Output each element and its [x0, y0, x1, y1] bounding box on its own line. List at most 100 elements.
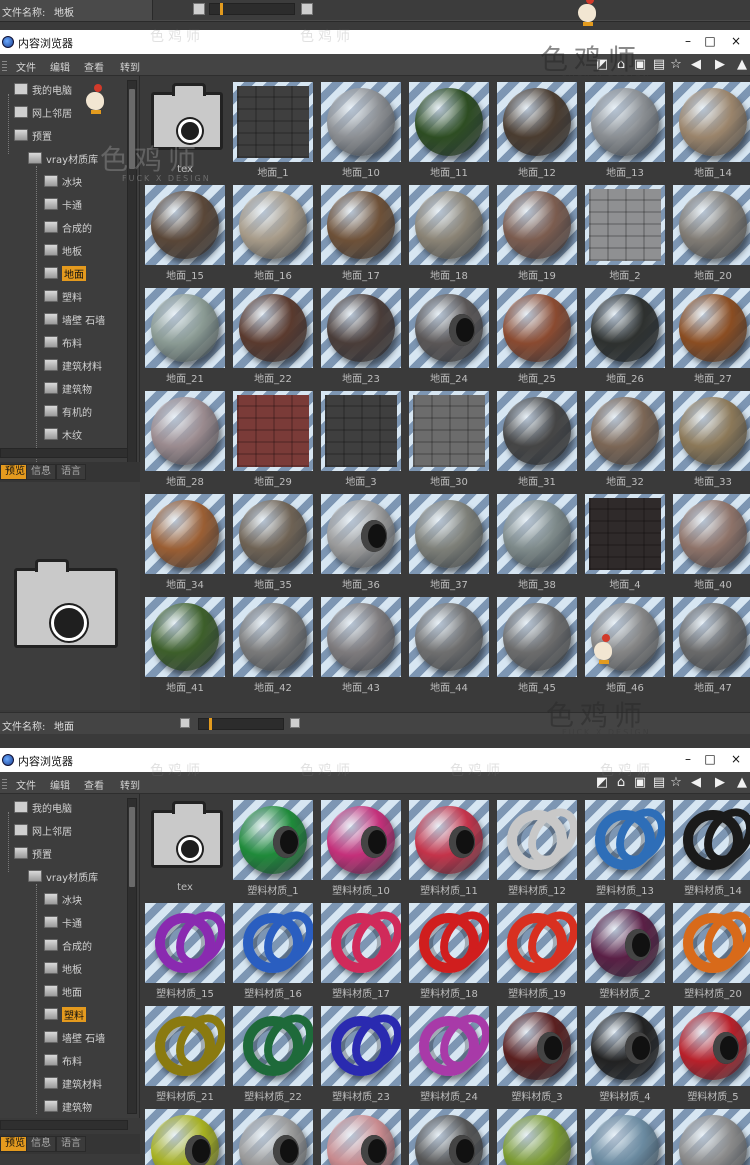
small-thumb-icon[interactable] — [193, 3, 205, 15]
material-thumbnail[interactable] — [673, 82, 750, 162]
tree-item[interactable]: vray材质库 — [28, 149, 98, 167]
material-item[interactable] — [231, 1109, 315, 1165]
material-item[interactable]: 地面_17 — [319, 185, 403, 282]
tree-item[interactable]: 有机的 — [44, 402, 92, 420]
material-item[interactable]: 地面_22 — [231, 288, 315, 385]
material-item[interactable]: 地面_10 — [319, 82, 403, 179]
material-item[interactable]: 地面_4 — [583, 494, 667, 591]
material-item[interactable]: 地面_13 — [583, 82, 667, 179]
tab-language[interactable]: 语言 — [56, 1136, 86, 1152]
tree-item[interactable]: 建筑材料 — [44, 356, 102, 374]
material-thumbnail[interactable] — [585, 391, 665, 471]
tree-item[interactable]: 塑料 — [44, 1005, 86, 1023]
material-item[interactable] — [671, 1109, 750, 1165]
tree-item[interactable]: 我的电脑 — [14, 80, 72, 98]
material-item[interactable]: 塑料材质_19 — [495, 903, 579, 1000]
menu-view[interactable]: 查看 — [84, 777, 104, 792]
material-thumbnail[interactable] — [321, 288, 401, 368]
menu-file[interactable]: 文件 — [16, 777, 36, 792]
material-thumbnail[interactable] — [409, 800, 489, 880]
material-thumbnail[interactable] — [233, 391, 313, 471]
material-item[interactable]: 地面_29 — [231, 391, 315, 488]
material-thumbnail[interactable] — [497, 1006, 577, 1086]
material-thumbnail[interactable] — [673, 185, 750, 265]
tree-item[interactable]: 冰块 — [44, 890, 82, 908]
tree-item[interactable]: 建筑材料 — [44, 1074, 102, 1092]
star-icon[interactable]: ☆ — [668, 57, 684, 72]
material-thumbnail[interactable] — [321, 1006, 401, 1086]
material-thumbnail[interactable] — [497, 597, 577, 677]
material-item[interactable]: 地面_19 — [495, 185, 579, 282]
material-item[interactable] — [583, 1109, 667, 1165]
material-thumbnail[interactable] — [321, 82, 401, 162]
material-thumbnail[interactable] — [145, 597, 225, 677]
material-thumbnail[interactable] — [409, 1109, 489, 1165]
tree-scrollbar[interactable] — [127, 798, 137, 1114]
material-thumbnail[interactable] — [321, 1109, 401, 1165]
zoom-slider-knob[interactable] — [220, 3, 223, 15]
material-thumbnail[interactable] — [673, 494, 750, 574]
tree-horizontal-scrollbar[interactable] — [0, 1120, 128, 1130]
material-item[interactable]: 地面_15 — [143, 185, 227, 282]
material-item[interactable]: 塑料材质_18 — [407, 903, 491, 1000]
tree-item[interactable]: 塑料 — [44, 287, 82, 305]
material-thumbnail[interactable] — [409, 1006, 489, 1086]
material-thumbnail[interactable] — [145, 288, 225, 368]
material-item[interactable]: 塑料材质_10 — [319, 800, 403, 897]
material-item[interactable]: 地面_18 — [407, 185, 491, 282]
material-item[interactable]: 地面_2 — [583, 185, 667, 282]
material-item[interactable] — [495, 1109, 579, 1165]
tree-item[interactable]: vray材质库 — [28, 867, 98, 885]
back-icon[interactable]: ◀ — [688, 57, 704, 72]
tree-item[interactable]: 冰块 — [44, 172, 82, 190]
maximize-button[interactable]: □ — [704, 752, 716, 766]
large-thumb-icon[interactable] — [301, 3, 313, 15]
file-name-value[interactable]: 地板 — [54, 4, 74, 19]
tree-item[interactable]: 建筑物 — [44, 379, 92, 397]
material-thumbnail[interactable] — [585, 494, 665, 574]
material-thumbnail[interactable] — [585, 800, 665, 880]
up-icon[interactable]: ▲ — [734, 57, 750, 72]
material-thumbnail[interactable] — [497, 494, 577, 574]
material-item[interactable]: 地面_47 — [671, 597, 750, 694]
tree-item[interactable]: 卡通 — [44, 913, 82, 931]
zoom-slider[interactable] — [209, 3, 295, 15]
menu-go[interactable]: 转到 — [120, 59, 140, 74]
material-thumbnail[interactable] — [497, 903, 577, 983]
maximize-button[interactable]: □ — [704, 34, 716, 48]
book-icon[interactable]: ▤ — [651, 57, 667, 72]
tree-item[interactable]: 合成的 — [44, 936, 92, 954]
tree-item[interactable]: 预置 — [14, 126, 52, 144]
material-item[interactable] — [319, 1109, 403, 1165]
material-thumbnail[interactable] — [145, 391, 225, 471]
material-item[interactable]: tex — [143, 800, 227, 896]
zoom-slider-knob[interactable] — [209, 718, 212, 730]
material-item[interactable]: 地面_24 — [407, 288, 491, 385]
material-thumbnail[interactable] — [409, 288, 489, 368]
material-thumbnail[interactable] — [673, 1109, 750, 1165]
material-item[interactable]: 地面_33 — [671, 391, 750, 488]
material-thumbnail[interactable] — [233, 82, 313, 162]
material-thumbnail[interactable] — [497, 185, 577, 265]
menu-file[interactable]: 文件 — [16, 59, 36, 74]
material-thumbnail[interactable] — [233, 1109, 313, 1165]
tree-item[interactable]: 地面 — [44, 982, 82, 1000]
material-thumbnail[interactable] — [321, 185, 401, 265]
menu-go[interactable]: 转到 — [120, 777, 140, 792]
forward-icon[interactable]: ▶ — [712, 775, 728, 790]
material-thumbnail[interactable] — [409, 494, 489, 574]
tree-item[interactable]: 卡通 — [44, 195, 82, 213]
small-thumb-icon[interactable] — [180, 718, 190, 728]
tree-item[interactable]: 墙壁 石墙 — [44, 310, 105, 328]
material-thumbnail[interactable] — [585, 1006, 665, 1086]
material-item[interactable]: 地面_41 — [143, 597, 227, 694]
material-thumbnail[interactable] — [673, 800, 750, 880]
material-item[interactable] — [143, 1109, 227, 1165]
material-item[interactable]: 塑料材质_15 — [143, 903, 227, 1000]
material-thumbnail[interactable] — [409, 185, 489, 265]
material-thumbnail[interactable] — [233, 185, 313, 265]
material-thumbnail[interactable] — [585, 185, 665, 265]
material-item[interactable]: 塑料材质_2 — [583, 903, 667, 1000]
material-item[interactable]: 塑料材质_13 — [583, 800, 667, 897]
material-item[interactable]: 地面_28 — [143, 391, 227, 488]
